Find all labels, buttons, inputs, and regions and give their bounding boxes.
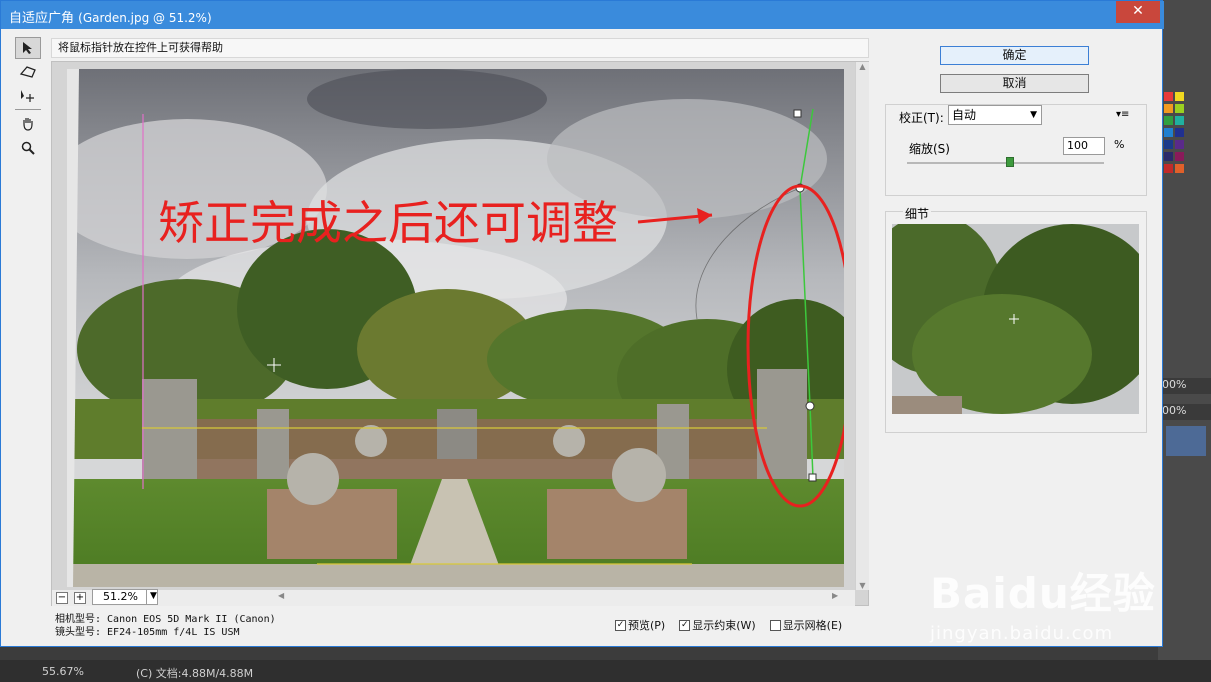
swatch-yellow[interactable] [1175,92,1184,101]
magnifier-icon [21,141,35,155]
lens-model: 镜头型号: EF24-105mm f/4L IS USM [55,627,240,638]
status-bar: 55.67% (C) 文档:4.88M/4.88M [0,660,1211,682]
detail-preview [892,224,1139,414]
correction-select[interactable]: 自动 ▼ [948,105,1042,125]
help-text-bar: 将鼠标指针放在控件上可获得帮助 [51,38,869,58]
swatch-navy[interactable] [1175,128,1184,137]
swatch-crimson[interactable] [1164,164,1173,173]
cancel-button[interactable]: 取消 [940,74,1089,93]
adaptive-wide-angle-dialog: 自适应广角 (Garden.jpg @ 51.2%) ✕ 将鼠标指针放在控件上可… [0,0,1164,647]
status-doc-info[interactable]: (C) 文档:4.88M/4.88M [136,665,253,681]
swatch-purple[interactable] [1175,140,1184,149]
dialog-titlebar[interactable]: 自适应广角 (Garden.jpg @ 51.2%) ✕ [1,1,1164,29]
chevron-down-icon: ▼ [1030,110,1037,120]
detail-label: 细节 [903,205,932,222]
arrow-constraint-icon [23,42,32,54]
baidu-watermark: Baidu经验 jingyan.baidu.com [930,560,1156,644]
swatch-indigo[interactable] [1164,152,1173,161]
checkbox-icon[interactable]: ✓ [679,619,691,631]
zoom-tool[interactable] [15,137,41,159]
preview-canvas[interactable]: ▲ ▼ ◀ ▶ − + 51.2% ▼ [51,61,869,606]
hand-tool[interactable] [15,113,41,135]
scroll-left-arrow[interactable]: ◀ [278,591,284,600]
preview-checkbox[interactable]: ✓ 预览(P) [615,617,665,633]
photoshop-right-panel: 00% 00% [1158,0,1211,682]
dialog-title: 自适应广角 (Garden.jpg @ 51.2%) [9,11,212,26]
swatch-teal[interactable] [1175,116,1184,125]
polygon-icon [19,66,36,78]
move-tool[interactable] [15,85,41,107]
correction-value: 自动 [952,108,977,122]
checkbox-icon[interactable]: ✓ [615,619,626,631]
camera-model: 相机型号: Canon EOS 5D Mark II (Canon) [55,614,276,625]
checkbox-icon[interactable] [769,619,781,631]
garden-photo[interactable] [67,69,844,587]
close-button[interactable]: ✕ [1116,1,1160,23]
zoom-out-button[interactable]: − [56,592,68,604]
correction-label: 校正(T): [899,111,944,125]
polygon-constraint-tool[interactable] [15,61,41,83]
selected-layer[interactable] [1166,426,1206,456]
swatch-vermilion[interactable] [1175,164,1184,173]
move-icon [21,90,34,102]
watermark-url: jingyan.baidu.com [930,623,1114,644]
show-constraints-checkbox[interactable]: ✓ 显示约束(W) [679,617,756,633]
scale-slider[interactable] [907,157,1104,167]
swatch-lime[interactable] [1175,104,1184,113]
swatch-dark-blue[interactable] [1164,140,1173,149]
zoom-in-button[interactable]: + [74,592,86,604]
horizontal-scrollbar[interactable]: ◀ ▶ [52,590,855,606]
zoom-level-text: 51.2% [103,590,138,603]
scale-input[interactable]: 100 [1063,137,1105,155]
scroll-right-arrow[interactable]: ▶ [832,591,838,600]
view-options: ✓ 预览(P) ✓ 显示约束(W) 显示网格(E) [615,617,842,633]
vertical-scrollbar[interactable]: ▲ ▼ [855,62,869,590]
ok-button[interactable]: 确定 [940,46,1089,65]
scale-percent-unit: % [1114,138,1125,151]
panel-menu-icon[interactable]: ▾≡ [1116,109,1129,120]
garden-scene [67,69,844,587]
camera-info: 相机型号: Canon EOS 5D Mark II (Canon) 镜头型号:… [55,613,276,639]
watermark-logo: Baidu经验 [930,569,1156,618]
layer-fill[interactable]: 00% [1158,404,1211,420]
constraint-tool[interactable] [15,37,41,59]
hand-icon [23,118,33,131]
show-grid-checkbox[interactable]: 显示网格(E) [769,617,842,633]
annotation-text: 矫正完成之后还可调整 [158,196,618,250]
scroll-down-arrow[interactable]: ▼ [856,581,869,590]
scroll-up-arrow[interactable]: ▲ [856,62,869,71]
zoom-dropdown-arrow[interactable]: ▼ [146,589,160,605]
layer-opacity[interactable]: 00% [1158,378,1211,394]
scale-label: 缩放(S) [909,142,950,156]
swatch-green[interactable] [1164,116,1173,125]
swatch-magenta[interactable] [1175,152,1184,161]
swatch-orange[interactable] [1164,104,1173,113]
toolbar [15,37,43,161]
swatch-blue[interactable] [1164,128,1173,137]
scale-slider-thumb[interactable] [1005,157,1014,167]
status-zoom[interactable]: 55.67% [42,665,84,678]
detail-scene [892,224,1139,414]
tool-divider [15,109,41,110]
swatch-red[interactable] [1164,92,1173,101]
